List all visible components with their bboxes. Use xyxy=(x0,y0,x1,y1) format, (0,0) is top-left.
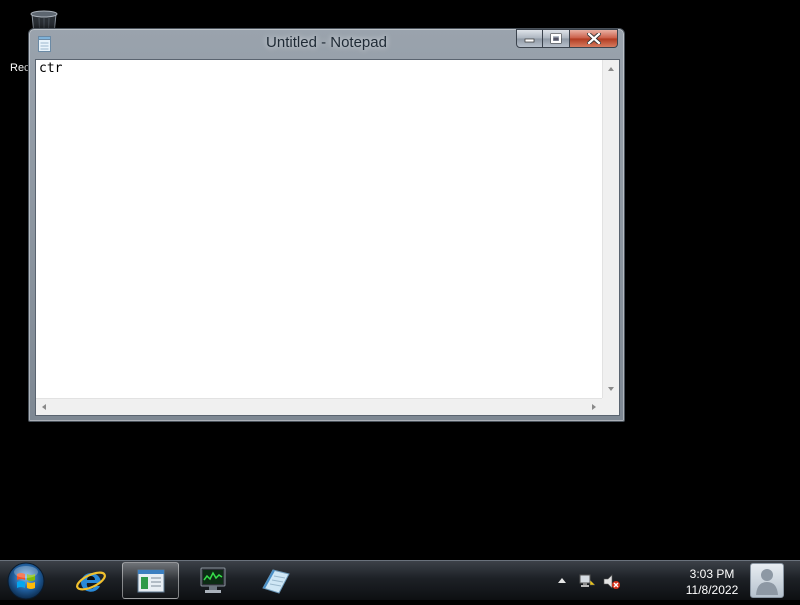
minimize-button[interactable] xyxy=(516,29,543,48)
start-button[interactable] xyxy=(6,561,46,601)
clock-date: 11/8/2022 xyxy=(685,583,739,597)
maximize-icon xyxy=(550,33,562,44)
minimize-icon xyxy=(524,38,535,42)
size-grip[interactable] xyxy=(602,398,619,415)
volume-muted-icon[interactable] xyxy=(603,574,621,590)
close-button[interactable] xyxy=(570,29,618,48)
scroll-right-arrow-icon[interactable] xyxy=(592,404,596,410)
taskbar-performance-monitor[interactable] xyxy=(184,562,241,599)
scroll-up-arrow-icon[interactable] xyxy=(608,67,614,71)
taskbar-window-switcher[interactable] xyxy=(122,562,179,599)
user-avatar-button[interactable] xyxy=(750,563,784,598)
show-hidden-icons-icon[interactable] xyxy=(557,576,567,584)
notepad-text-area[interactable]: ctr xyxy=(36,60,602,398)
close-icon xyxy=(586,33,601,44)
vertical-scrollbar[interactable] xyxy=(602,60,619,398)
maximize-button[interactable] xyxy=(543,29,570,48)
network-icon[interactable] xyxy=(578,573,596,589)
notepad-client-area: ctr xyxy=(35,59,620,416)
internet-explorer-icon xyxy=(76,571,106,592)
windows-logo-icon xyxy=(7,562,45,600)
taskbar-notepad[interactable] xyxy=(246,562,303,599)
window-icon xyxy=(137,569,165,593)
scroll-down-arrow-icon[interactable] xyxy=(608,387,614,391)
scroll-left-arrow-icon[interactable] xyxy=(42,404,46,410)
clock-time: 3:03 PM xyxy=(689,567,735,581)
horizontal-scrollbar[interactable] xyxy=(36,398,602,415)
title-bar[interactable]: Untitled - Notepad xyxy=(29,29,624,58)
monitor-icon xyxy=(200,567,226,593)
system-clock[interactable]: 3:03 PM 11/8/2022 xyxy=(672,566,752,598)
taskbar-internet-explorer[interactable] xyxy=(62,562,119,599)
notepad-window[interactable]: Untitled - Notepad ctr xyxy=(28,28,625,422)
taskbar: 3:03 PM 11/8/2022 xyxy=(0,560,800,600)
notepad-icon xyxy=(262,569,290,594)
user-icon xyxy=(756,569,778,595)
caption-buttons xyxy=(516,29,618,49)
